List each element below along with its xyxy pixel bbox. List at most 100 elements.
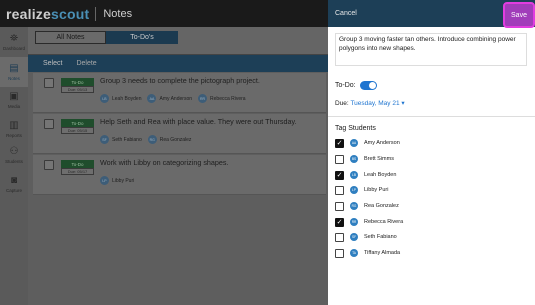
avatar: AA — [350, 139, 358, 147]
student-row[interactable]: ✓ LB Leah Boyden — [335, 168, 515, 182]
avatar: SF — [100, 135, 109, 144]
student-checkbox[interactable]: ✓ — [335, 170, 344, 180]
student-tag: RR Rebecca Rivera — [198, 94, 246, 103]
student-checkbox[interactable] — [335, 185, 344, 195]
student-name: Libby Puri — [364, 187, 389, 193]
student-tag: SF Seth Fabiano — [100, 135, 142, 144]
student-row[interactable]: ✓ AA Amy Anderson — [335, 136, 515, 150]
student-checkbox[interactable] — [335, 248, 344, 258]
due-date-dropdown[interactable]: Tuesday, May 21 ▾ — [350, 100, 404, 107]
list-item[interactable]: To-Do Due: 05/17 Work with Libby on cate… — [33, 155, 326, 195]
page-title: Notes — [103, 7, 133, 20]
note-tags: SF Seth Fabiano RG Rea Gonzalez — [100, 135, 197, 144]
due-label: Due: — [335, 100, 349, 107]
due-date: Due: 05/17 — [61, 168, 94, 175]
telescope-icon: ⛯ — [10, 32, 18, 44]
note-tags: LB Leah Boyden AA Amy Anderson RR Rebecc… — [100, 94, 252, 103]
save-button[interactable]: Save — [503, 2, 535, 28]
tab-bar: All Notes To-Do's — [28, 27, 328, 55]
student-row[interactable]: LP Libby Puri — [335, 183, 515, 197]
brand-part1: realize — [6, 5, 51, 22]
student-row[interactable]: ✓ RR Rebecca Rivera — [335, 215, 515, 229]
top-bar: realizescout Notes — [0, 0, 328, 27]
nav-item-capture[interactable]: ◙ Capture — [0, 169, 28, 199]
note-checkbox[interactable] — [44, 160, 54, 170]
panel-header: Cancel Save — [328, 0, 535, 28]
student-name: Rea Gonzalez — [364, 203, 399, 209]
note-tags: LP Libby Puri — [100, 176, 140, 185]
tag-name: Seth Fabiano — [112, 136, 142, 143]
note-description-field[interactable]: Group 3 moving faster tan others. Introd… — [335, 33, 527, 66]
note-text: Group 3 needs to complete the pictograph… — [100, 76, 260, 85]
nav-item-students[interactable]: ⚇ Students — [0, 140, 28, 170]
student-tag: AA Amy Anderson — [147, 94, 192, 103]
student-name: Leah Boyden — [364, 172, 397, 178]
nav-label: Dashboard — [2, 45, 25, 51]
todo-badge: To-Do Due: 05/13 — [61, 78, 94, 93]
student-checkbox[interactable] — [335, 201, 344, 211]
student-row[interactable]: BS Brett Simms — [335, 152, 515, 166]
avatar: RR — [198, 94, 208, 103]
nav-item-notes[interactable]: ▤ Notes — [0, 57, 28, 87]
select-button[interactable]: Select — [43, 60, 62, 67]
student-checkbox[interactable] — [335, 232, 344, 242]
tab-todos[interactable]: To-Do's — [106, 31, 178, 44]
avatar: SF — [350, 233, 358, 241]
cancel-button[interactable]: Cancel — [335, 10, 357, 17]
nav-item-dashboard[interactable]: ⛯ Dashboard — [0, 27, 28, 57]
note-text: Help Seth and Rea with place value. They… — [100, 117, 297, 126]
student-checkbox[interactable] — [335, 154, 344, 164]
tag-name: Libby Puri — [112, 177, 135, 184]
tab-all-notes[interactable]: All Notes — [35, 31, 106, 44]
todo-label: To-Do: — [335, 82, 356, 89]
avatar: RG — [147, 135, 157, 144]
avatar: RR — [350, 218, 358, 226]
student-name: Tiffany Almada — [364, 250, 401, 256]
students-icon: ⚇ — [9, 145, 19, 157]
student-checkbox[interactable]: ✓ — [335, 217, 344, 227]
nav-label: Media — [7, 103, 21, 109]
tag-name: Leah Boyden — [112, 95, 142, 102]
avatar: RG — [350, 202, 358, 210]
avatar: LB — [350, 171, 358, 179]
note-checkbox[interactable] — [44, 119, 54, 129]
student-row[interactable]: SF Seth Fabiano — [335, 230, 515, 244]
check-icon: ✓ — [336, 218, 343, 226]
tag-name: Amy Anderson — [159, 95, 193, 102]
avatar: LP — [100, 176, 109, 185]
tag-name: Rebecca Rivera — [210, 95, 246, 102]
note-checkbox[interactable] — [44, 78, 54, 88]
todo-badge: To-Do Due: 05/15 — [61, 119, 94, 134]
student-checkbox[interactable]: ✓ — [335, 138, 344, 148]
due-date: Due: 05/13 — [61, 86, 94, 93]
note-text: Work with Libby on categorizing shapes. — [100, 158, 229, 167]
notes-main: All Notes To-Do's Select Delete To-Do Du… — [28, 27, 328, 305]
nav-label: Reports — [6, 132, 22, 138]
divider — [328, 116, 535, 117]
left-nav: ⛯ Dashboard ▤ Notes ▣ Media ▥ Reports ⚇ … — [0, 27, 28, 305]
camera-icon: ◙ — [10, 174, 18, 186]
tag-students-title: Tag Students — [335, 125, 376, 132]
reports-icon: ▥ — [9, 119, 19, 131]
divider — [95, 6, 97, 21]
nav-item-media[interactable]: ▣ Media — [0, 85, 28, 115]
app-logo[interactable]: realizescout — [0, 6, 89, 22]
student-row[interactable]: TA Tiffany Almada — [335, 246, 515, 260]
todo-toggle[interactable] — [359, 81, 377, 90]
delete-button[interactable]: Delete — [76, 60, 96, 67]
nav-label: Notes — [8, 75, 20, 81]
nav-label: Capture — [5, 187, 22, 193]
avatar: AA — [147, 94, 157, 103]
list-item[interactable]: To-Do Due: 05/15 Help Seth and Rea with … — [33, 114, 326, 154]
nav-label: Students — [5, 158, 23, 164]
todo-badge-label: To-Do — [61, 78, 94, 86]
action-bar: Select Delete — [28, 55, 328, 72]
student-row[interactable]: RG Rea Gonzalez — [335, 199, 515, 213]
list-item[interactable]: To-Do Due: 05/13 Group 3 needs to comple… — [33, 73, 326, 113]
todo-badge: To-Do Due: 05/17 — [61, 160, 94, 175]
due-date: Due: 05/15 — [61, 127, 94, 134]
check-icon: ✓ — [336, 171, 343, 179]
todo-row: To-Do: — [335, 81, 377, 90]
due-row: Due: Tuesday, May 21 ▾ — [335, 99, 405, 107]
tag-name: Rea Gonzalez — [159, 136, 192, 143]
